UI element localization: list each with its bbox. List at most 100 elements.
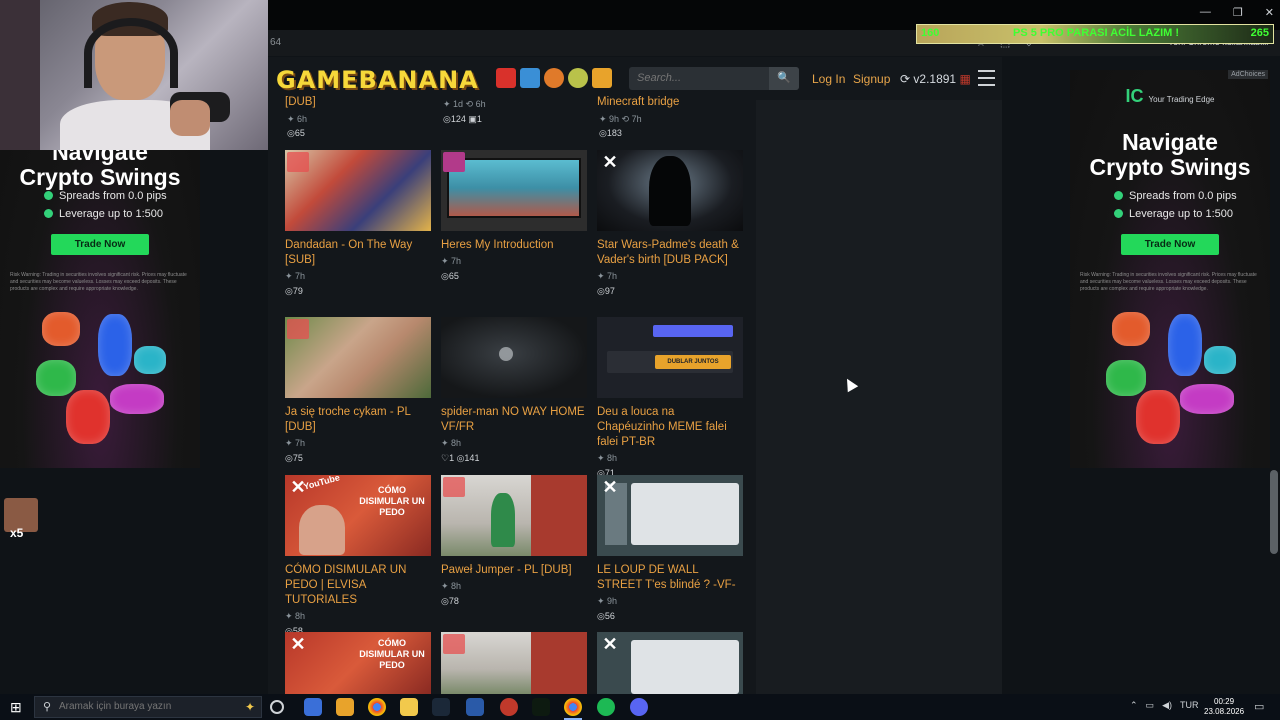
signup-link[interactable]: Signup	[853, 72, 890, 86]
chevron-up-icon[interactable]: ⌃	[1130, 700, 1138, 711]
trade-now-button[interactable]: Trade Now	[51, 234, 149, 255]
card-stats: ◎65	[441, 271, 459, 281]
game-icon[interactable]	[496, 68, 516, 88]
submission-card[interactable]: Dandadan - On The Way [SUB] ✦ 7h ◎79	[285, 150, 431, 297]
coin-icon	[1112, 312, 1150, 346]
search-icon[interactable]: 🔍	[769, 67, 799, 90]
discord-icon[interactable]	[630, 698, 648, 716]
coin-icon	[66, 390, 110, 444]
minimize-icon[interactable]: —	[1200, 6, 1211, 19]
site-logo[interactable]: GAMEBANANA	[276, 66, 479, 94]
submission-card[interactable]: Paweł Jumper - PL [DUB] ✦ 8h ◎78	[441, 475, 587, 607]
game-icon[interactable]	[544, 68, 564, 88]
card-title[interactable]: Dandadan - On The Way [SUB]	[285, 238, 431, 268]
game-icon[interactable]	[592, 68, 612, 88]
close-icon: ✕	[602, 152, 618, 172]
card-title[interactable]: Minecraft bridge	[597, 96, 679, 108]
app-icon[interactable]	[500, 698, 518, 716]
card-title[interactable]: CÓMO DISIMULAR UN PEDO | ELVISA TUTORIAL…	[285, 563, 431, 608]
app-icon[interactable]	[466, 698, 484, 716]
game-icons	[496, 68, 612, 88]
card-stats: ◎56	[597, 611, 615, 621]
check-icon	[1114, 191, 1123, 200]
card-title[interactable]: Star Wars-Padme's death & Vader's birth …	[597, 238, 743, 268]
task-view-icon[interactable]	[270, 700, 284, 714]
game-icon[interactable]	[520, 68, 540, 88]
login-link[interactable]: Log In	[812, 72, 845, 86]
card-meta: ✦ 7h	[285, 438, 306, 448]
app-icon[interactable]	[532, 698, 550, 716]
submission-thumbnail[interactable]: ✕	[597, 150, 743, 231]
copilot-sparkle-icon[interactable]: ✦	[245, 700, 255, 714]
coin-icon	[1180, 384, 1234, 414]
submission-card[interactable]: DUBLAR JUNTOS Deu a louca na Chapéuzinho…	[597, 317, 743, 479]
trade-now-button[interactable]: Trade Now	[1121, 234, 1219, 255]
page-scrollbar[interactable]	[1270, 470, 1278, 554]
chrome-icon[interactable]	[368, 698, 386, 716]
submission-card[interactable]: Ja się troche cykam - PL [DUB] ✦ 7h ◎75	[285, 317, 431, 464]
goal-current: 160	[921, 27, 940, 39]
restore-icon[interactable]: ❐	[1233, 6, 1243, 19]
site-version[interactable]: ⟳ v2.1891 ▦	[900, 72, 971, 86]
card-title[interactable]: Paweł Jumper - PL [DUB]	[441, 563, 587, 578]
card-title[interactable]: Heres My Introduction	[441, 238, 587, 253]
card-title[interactable]: spider-man NO WAY HOME VF/FR	[441, 405, 587, 435]
card-title[interactable]: Deu a louca na Chapéuzinho MEME falei fa…	[597, 405, 743, 450]
screen: 64 — ❐ ✕ ☆ ⬚ ⇩ Yeni Chrome kullanılabili…	[0, 0, 1280, 720]
explorer-icon[interactable]	[400, 698, 418, 716]
menu-icon[interactable]	[978, 70, 995, 86]
submission-card[interactable]: Heres My Introduction ✦ 7h ◎65	[441, 150, 587, 282]
network-icon[interactable]: ▭	[1146, 700, 1155, 711]
close-icon[interactable]: ✕	[1265, 6, 1274, 19]
card-meta: ✦ 9h	[597, 596, 618, 606]
submission-thumbnail[interactable]: CÓMO DISIMULAR UN PEDO ✕	[285, 632, 431, 694]
windows-start-icon[interactable]: ⊞	[10, 699, 22, 716]
submission-thumbnail[interactable]	[285, 317, 431, 398]
card-stats: ◎97	[597, 286, 615, 296]
taskbar-search[interactable]: ⚲ ✦	[34, 696, 262, 718]
submission-thumbnail[interactable]: ✕	[597, 475, 743, 556]
close-icon: ✕	[290, 634, 306, 654]
card-meta: ✦ 8h	[597, 453, 618, 463]
right-ad-banner[interactable]: AdChoices IC Your Trading Edge Navigate C…	[1070, 70, 1270, 468]
chrome-active-icon[interactable]	[564, 698, 582, 716]
card-meta: ✦ 8h	[441, 438, 462, 448]
goal-target: 265	[1250, 27, 1269, 39]
card-title[interactable]: [DUB]	[285, 96, 316, 108]
submission-thumbnail[interactable]	[441, 317, 587, 398]
address-partial-text: 64	[270, 37, 282, 48]
submission-thumbnail[interactable]: YouTube CÓMO DISIMULAR UN PEDO ✕	[285, 475, 431, 556]
submission-thumbnail[interactable]	[441, 150, 587, 231]
card-stats: ◎75	[285, 453, 303, 463]
submission-thumbnail[interactable]	[441, 632, 587, 694]
submission-thumbnail[interactable]: ✕	[597, 632, 743, 694]
card-meta: ✦ 8h	[441, 581, 462, 591]
submission-thumbnail[interactable]	[285, 150, 431, 231]
volume-icon[interactable]: ◀)	[1162, 700, 1172, 711]
search-input[interactable]	[637, 72, 767, 84]
submission-card[interactable]: spider-man NO WAY HOME VF/FR ✦ 8h ♡1 ◎14…	[441, 317, 587, 464]
notification-icon[interactable]: ▭	[1254, 700, 1264, 713]
store-icon[interactable]	[336, 698, 354, 716]
card-meta: ✦ 7h	[597, 271, 618, 281]
flag-icon	[443, 634, 465, 654]
taskbar-search-input[interactable]	[59, 701, 239, 712]
card-title[interactable]: Ja się troche cykam - PL [DUB]	[285, 405, 431, 435]
ad-bullet: Spreads from 0.0 pips	[44, 190, 167, 202]
ad-headline: Navigate Crypto Swings	[1089, 129, 1251, 180]
taskbar-clock[interactable]: 00:29 23.08.2026	[1204, 697, 1244, 717]
close-icon: ✕	[602, 634, 618, 654]
coin-icon	[98, 314, 132, 376]
spotify-icon[interactable]	[597, 698, 615, 716]
submission-thumbnail[interactable]: DUBLAR JUNTOS	[597, 317, 743, 398]
submission-thumbnail[interactable]	[441, 475, 587, 556]
game-icon[interactable]	[568, 68, 588, 88]
ad-choices-label[interactable]: AdChoices	[1228, 70, 1268, 79]
app-icon[interactable]	[304, 698, 322, 716]
submission-card[interactable]: ✕ LE LOUP DE WALL STREET T'es blindé ? -…	[597, 475, 743, 622]
submission-card[interactable]: YouTube CÓMO DISIMULAR UN PEDO ✕ CÓMO DI…	[285, 475, 431, 637]
submission-card[interactable]: ✕ Star Wars-Padme's death & Vader's birt…	[597, 150, 743, 297]
steam-icon[interactable]	[432, 698, 450, 716]
card-title[interactable]: LE LOUP DE WALL STREET T'es blindé ? -VF…	[597, 563, 743, 593]
language-indicator[interactable]: TUR	[1180, 700, 1199, 711]
